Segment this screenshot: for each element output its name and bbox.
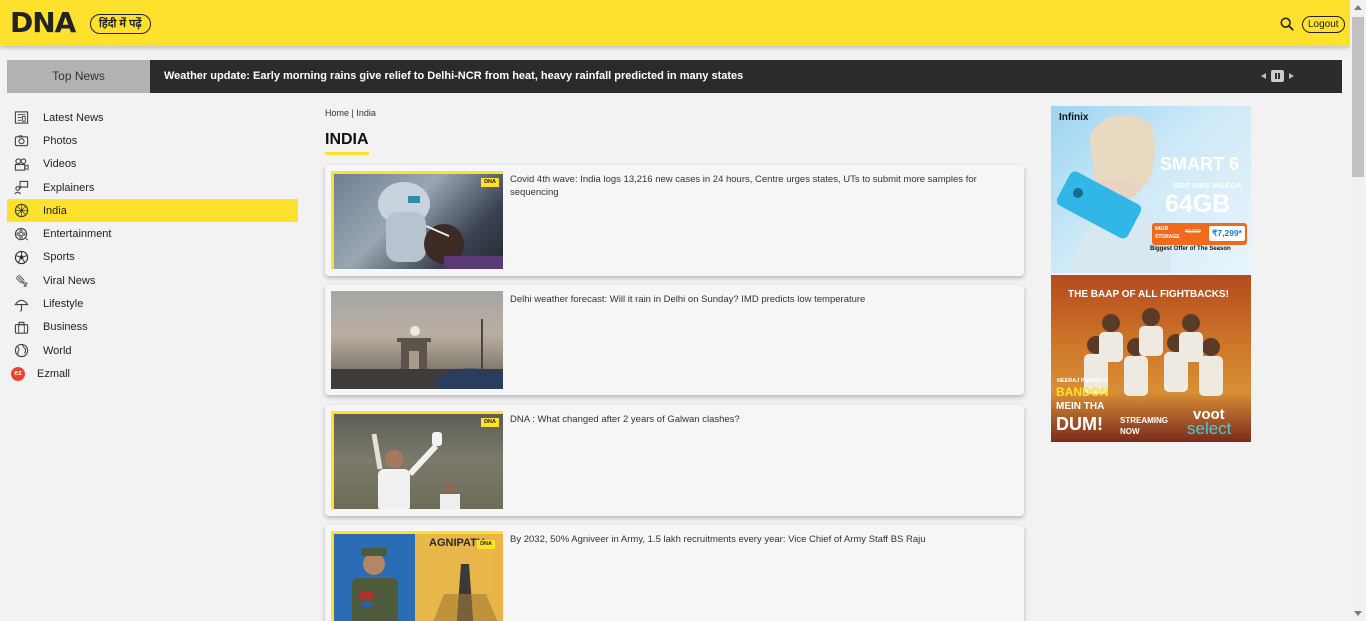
- next-icon[interactable]: [1289, 73, 1294, 79]
- ezmall-icon: ez: [11, 366, 25, 381]
- article-thumbnail[interactable]: DNA: [331, 171, 503, 269]
- sidebar-item-label: World: [43, 344, 72, 357]
- previous-icon[interactable]: [1261, 73, 1266, 79]
- voot-show-line1: BANDON: [1056, 385, 1109, 399]
- ticker-label: Top News: [7, 60, 150, 93]
- sidebar-item-label: Explainers: [43, 181, 95, 194]
- sidebar-item-label: Ezmall: [37, 367, 71, 380]
- article-title[interactable]: Delhi weather forecast: Will it rain in …: [510, 293, 1000, 306]
- breadcrumb-current: India: [356, 108, 376, 118]
- presenter-icon: [13, 180, 29, 196]
- article-thumbnail[interactable]: AGNIPATH DNA: [331, 531, 503, 621]
- sidebar-item-sports[interactable]: Sports: [7, 246, 298, 269]
- cricketer-image: [371, 432, 460, 509]
- infinix-tagline: SIRF ISME MILEGA: [1173, 181, 1242, 190]
- voot-now: NOW: [1120, 427, 1140, 436]
- breadcrumb: Home | India: [325, 108, 376, 118]
- ashoka-chakra-icon: [13, 203, 29, 219]
- voot-show-line2: MEIN THA: [1056, 401, 1105, 412]
- globe-icon: [13, 343, 29, 359]
- dna-logo[interactable]: DNA: [10, 8, 76, 38]
- dna-tag: DNA: [477, 540, 495, 549]
- sidebar-item-label: Lifestyle: [43, 298, 84, 311]
- infinix-offer: Biggest Offer of The Season: [1150, 246, 1231, 252]
- voot-ad-banner[interactable]: THE BAAP OF ALL FIGHTBACKS! NEERAJ PANDE…: [1051, 275, 1251, 442]
- voot-show-line3: DUM!: [1056, 414, 1103, 434]
- newspaper-icon: [13, 110, 29, 126]
- film-reel-icon: [13, 226, 29, 242]
- page-title: INDIA: [325, 131, 369, 155]
- header: DNA हिंदी में पढ़ें Logout: [0, 0, 1350, 46]
- sidebar-item-explainers[interactable]: Explainers: [7, 176, 298, 199]
- voot-headline: THE BAAP OF ALL FIGHTBACKS!: [1068, 289, 1229, 300]
- camera-icon: [13, 133, 29, 149]
- search-icon[interactable]: [1280, 17, 1294, 31]
- sidebar-item-india[interactable]: India: [7, 199, 298, 223]
- sidebar-item-label: Photos: [43, 134, 78, 147]
- scroll-thumb[interactable]: [1352, 17, 1364, 177]
- hindi-language-button[interactable]: हिंदी में पढ़ें: [90, 14, 151, 34]
- article-title[interactable]: By 2032, 50% Agniveer in Army, 1.5 lakh …: [510, 533, 1000, 546]
- pause-icon[interactable]: [1271, 70, 1284, 82]
- ticker-controls: [1261, 69, 1294, 83]
- covid-testing-image: [378, 182, 503, 269]
- dna-tag: DNA: [481, 418, 499, 427]
- sidebar-item-lifestyle[interactable]: Lifestyle: [7, 292, 298, 315]
- ticker-headline[interactable]: Weather update: Early morning rains give…: [164, 60, 743, 93]
- infinix-old-price: ₹8,999: [1185, 229, 1201, 235]
- viral-icon: [13, 273, 29, 289]
- infinix-storage-label: 64GB STORAGE: [1155, 226, 1180, 240]
- sidebar-item-label: Videos: [43, 158, 77, 171]
- sidebar-item-label: Sports: [43, 251, 75, 264]
- article-card[interactable]: DNA Covid 4th wave: India logs 13,216 ne…: [325, 165, 1024, 276]
- infinix-ad-banner[interactable]: Infinix SMART 6 SIRF ISME MILEGA 64GB 64…: [1051, 106, 1251, 273]
- briefcase-icon: [13, 319, 29, 335]
- sidebar-item-photos[interactable]: Photos: [7, 129, 298, 152]
- sidebar-item-label: India: [43, 204, 67, 217]
- voot-presenter: NEERAJ PANDEY'S: [1057, 378, 1109, 384]
- sidebar-item-videos[interactable]: Videos: [7, 153, 298, 176]
- sidebar-item-entertainment[interactable]: Entertainment: [7, 222, 298, 245]
- article-title[interactable]: Covid 4th wave: India logs 13,216 new ca…: [510, 173, 1000, 199]
- voot-streaming: STREAMING: [1120, 416, 1168, 425]
- page-scrollbar[interactable]: [1350, 0, 1366, 621]
- video-icon: [13, 156, 29, 172]
- article-card[interactable]: AGNIPATH DNA By 2032, 50% Agniveer in Ar…: [325, 525, 1024, 621]
- sidebar-nav: Latest News Photos Videos Explainers Ind…: [7, 106, 298, 386]
- article-card[interactable]: Delhi weather forecast: Will it rain in …: [325, 285, 1024, 395]
- infinix-price: ₹7,299*: [1209, 226, 1245, 241]
- football-icon: [13, 249, 29, 265]
- article-thumbnail[interactable]: [331, 291, 503, 389]
- voot-brand-sub: select: [1187, 419, 1232, 438]
- sidebar-item-latest-news[interactable]: Latest News: [7, 106, 298, 129]
- umbrella-icon: [13, 296, 29, 312]
- infinix-storage: 64GB: [1165, 190, 1231, 218]
- logout-button[interactable]: Logout: [1302, 16, 1345, 33]
- breadcrumb-home[interactable]: Home: [325, 108, 349, 118]
- scroll-down-icon[interactable]: [1354, 611, 1362, 616]
- sidebar-item-label: Viral News: [43, 274, 96, 287]
- india-gate-image: [331, 319, 503, 389]
- sidebar-item-label: Business: [43, 321, 88, 334]
- sidebar-item-viral-news[interactable]: Viral News: [7, 269, 298, 292]
- scroll-up-icon[interactable]: [1354, 5, 1362, 10]
- sidebar-item-business[interactable]: Business: [7, 316, 298, 339]
- dna-tag: DNA: [481, 178, 499, 187]
- article-card[interactable]: DNA DNA : What changed after 2 years of …: [325, 405, 1024, 516]
- top-news-ticker: Top News Weather update: Early morning r…: [7, 60, 1342, 93]
- infinix-brand: Infinix: [1059, 112, 1089, 123]
- infinix-model: SMART 6: [1160, 154, 1240, 174]
- article-title[interactable]: DNA : What changed after 2 years of Galw…: [510, 413, 1000, 426]
- sidebar-item-world[interactable]: World: [7, 339, 298, 362]
- sidebar-item-label: Entertainment: [43, 228, 112, 241]
- sidebar-item-ezmall[interactable]: ez Ezmall: [7, 362, 298, 385]
- sidebar-item-label: Latest News: [43, 111, 104, 124]
- article-thumbnail[interactable]: DNA: [331, 411, 503, 509]
- infinix-price-box: 64GB STORAGE ₹8,999 ₹7,299*: [1152, 223, 1247, 245]
